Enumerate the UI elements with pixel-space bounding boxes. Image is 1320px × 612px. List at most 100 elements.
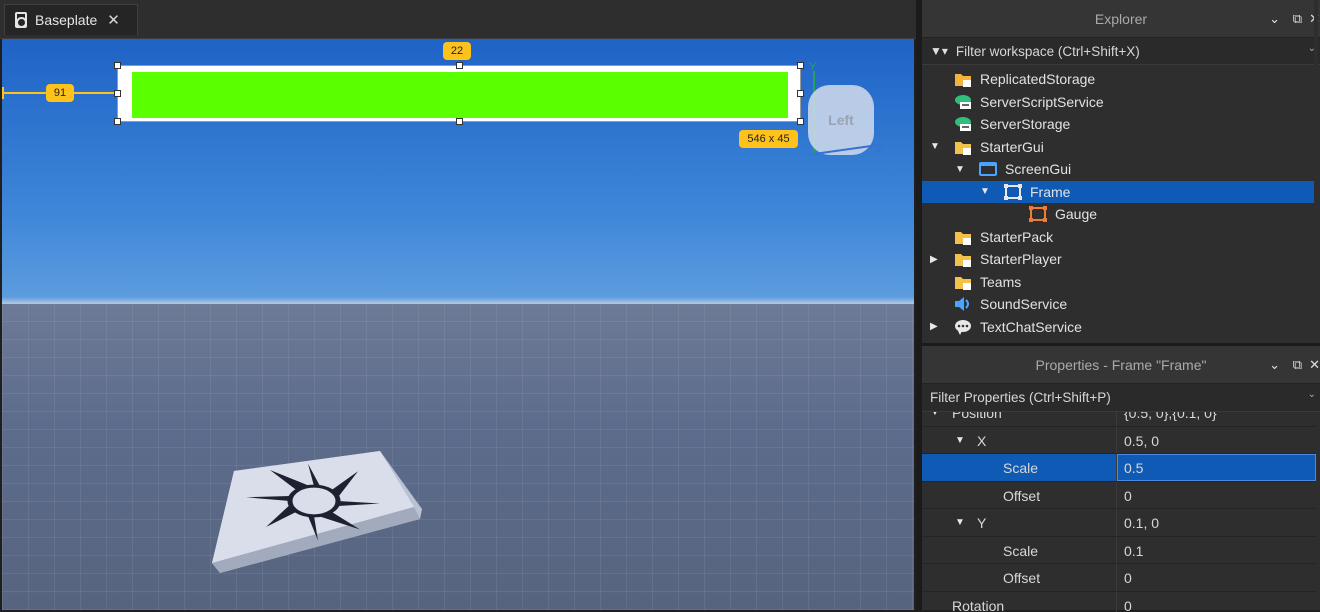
decal-part[interactable] xyxy=(212,451,422,581)
explorer-item[interactable]: SoundService xyxy=(922,293,1316,316)
starter-pack-icon xyxy=(954,229,972,245)
property-value[interactable]: 0 xyxy=(1124,570,1132,586)
resize-handle-bottom[interactable] xyxy=(456,118,463,125)
close-panel-icon[interactable]: ✕ xyxy=(1309,357,1320,373)
properties-filter[interactable]: Filter Properties (Ctrl+Shift+P) ⌄ xyxy=(922,384,1320,412)
property-row[interactable]: Scale0.5 xyxy=(922,454,1316,482)
explorer-item[interactable]: StarterPack xyxy=(922,226,1316,249)
explorer-item-label: StarterPack xyxy=(980,229,1053,245)
explorer-item-label: SoundService xyxy=(980,296,1067,312)
property-value[interactable]: 0.1 xyxy=(1124,543,1143,559)
gauge-bar[interactable] xyxy=(132,72,788,118)
explorer-item-label: ReplicatedStorage xyxy=(980,71,1095,87)
expand-arrow-icon[interactable]: ▶ xyxy=(930,321,940,332)
column-divider xyxy=(1116,427,1117,454)
explorer-item[interactable]: ▼ScreenGui xyxy=(922,158,1316,181)
3d-viewport[interactable]: 91 22 546 x 45 Y Left Z xyxy=(2,39,914,610)
frame-icon xyxy=(1004,184,1022,200)
collapse-arrow-icon[interactable]: ▼ xyxy=(955,517,965,528)
property-row[interactable]: ▼Y0.1, 0 xyxy=(922,509,1316,537)
properties-title: Properties - Frame "Frame" xyxy=(1036,357,1207,373)
folder-icon xyxy=(954,139,972,155)
property-row[interactable]: ▼X0.5, 0 xyxy=(922,427,1316,455)
column-divider xyxy=(1116,564,1117,591)
collapse-arrow-icon[interactable]: ▼ xyxy=(980,186,990,197)
explorer-item[interactable]: Gauge xyxy=(922,203,1316,226)
resize-handle-left[interactable] xyxy=(114,90,121,97)
sound-service-icon xyxy=(954,296,972,312)
property-row[interactable]: ▼Position{0.5, 0},{0.1, 0} xyxy=(922,412,1316,427)
explorer-header: Explorer ⌄ ⧉ ✕ xyxy=(922,0,1320,38)
property-value[interactable]: 0.5, 0 xyxy=(1124,433,1159,449)
replicated-storage-icon xyxy=(954,71,972,87)
explorer-item[interactable]: ServerScriptService xyxy=(922,91,1316,114)
explorer-tree[interactable]: ReplicatedStorage ServerScriptService Serv… xyxy=(922,65,1320,344)
properties-table[interactable]: ▼Position{0.5, 0},{0.1, 0}▼X0.5, 0Scale0… xyxy=(922,412,1320,612)
teams-icon xyxy=(954,274,972,290)
property-row[interactable]: Scale0.1 xyxy=(922,537,1316,565)
explorer-filter[interactable]: ▼▾ Filter workspace (Ctrl+Shift+X) ⌄ xyxy=(922,38,1320,65)
explorer-item[interactable]: Teams xyxy=(922,271,1316,294)
column-divider xyxy=(1116,454,1117,481)
property-value[interactable]: 0.5 xyxy=(1124,460,1143,476)
explorer-item[interactable]: ReplicatedStorage xyxy=(922,68,1316,91)
explorer-item-label: ServerScriptService xyxy=(980,94,1104,110)
expand-arrow-icon[interactable]: ▶ xyxy=(930,254,940,265)
resize-handle-top-right[interactable] xyxy=(797,62,804,69)
collapse-arrow-icon[interactable]: ▼ xyxy=(955,164,965,175)
column-divider xyxy=(1116,482,1117,509)
collapse-arrow-icon[interactable]: ▼ xyxy=(955,435,965,446)
properties-filter-input[interactable]: Filter Properties (Ctrl+Shift+P) xyxy=(930,390,1111,405)
property-value-editor[interactable] xyxy=(1117,454,1316,481)
undock-panel-icon[interactable]: ⧉ xyxy=(1293,357,1302,373)
explorer-item[interactable]: ▼ Frame xyxy=(922,181,1316,204)
properties-header: Properties - Frame "Frame" ⌄ ⧉ ✕ xyxy=(922,346,1320,384)
property-row[interactable]: Rotation0 xyxy=(922,592,1316,612)
document-tab[interactable]: Baseplate ✕ xyxy=(4,4,138,35)
explorer-filter-input[interactable]: Filter workspace (Ctrl+Shift+X) xyxy=(956,44,1140,59)
explorer-item[interactable]: ▼StarterGui xyxy=(922,136,1316,159)
property-value[interactable]: 0.1, 0 xyxy=(1124,515,1159,531)
property-value[interactable]: {0.5, 0},{0.1, 0} xyxy=(1124,412,1217,421)
size-tag: 546 x 45 xyxy=(739,130,798,148)
selected-frame[interactable] xyxy=(117,65,801,122)
close-tab-icon[interactable]: ✕ xyxy=(107,11,120,29)
collapse-panel-icon[interactable]: ⌄ xyxy=(1269,11,1280,27)
top-offset-tag: 22 xyxy=(443,42,471,60)
screen-gui-icon xyxy=(979,161,997,177)
collapse-arrow-icon[interactable]: ▼ xyxy=(930,141,940,152)
property-row[interactable]: Offset0 xyxy=(922,482,1316,510)
explorer-item[interactable]: ▶ TextChatService xyxy=(922,316,1316,339)
explorer-item-label: Teams xyxy=(980,274,1021,290)
explorer-item-label: Frame xyxy=(1030,184,1070,200)
explorer-item-label: TextChatService xyxy=(980,319,1082,335)
explorer-item-label: Gauge xyxy=(1055,206,1097,222)
property-value[interactable]: 0 xyxy=(1124,488,1132,504)
collapse-arrow-icon[interactable]: ▼ xyxy=(930,412,940,418)
starter-player-icon xyxy=(954,251,972,267)
properties-panel: Properties - Frame "Frame" ⌄ ⧉ ✕ Filter … xyxy=(922,346,1320,610)
column-divider xyxy=(1116,509,1117,536)
view-cube-face[interactable]: Left xyxy=(808,85,874,155)
explorer-item-label: ServerStorage xyxy=(980,116,1070,132)
undock-panel-icon[interactable]: ⧉ xyxy=(1293,11,1302,27)
collapse-panel-icon[interactable]: ⌄ xyxy=(1269,357,1280,373)
viewport-area: Baseplate ✕ 91 22 546 x 45 Y Left xyxy=(0,0,916,610)
property-row[interactable]: Offset0 xyxy=(922,564,1316,592)
explorer-item[interactable]: ▶ StarterPlayer xyxy=(922,248,1316,271)
document-tab-bar: Baseplate ✕ xyxy=(0,0,916,39)
resize-handle-bottom-left[interactable] xyxy=(114,118,121,125)
column-divider xyxy=(1116,412,1117,426)
resize-handle-top-left[interactable] xyxy=(114,62,121,69)
resize-handle-top[interactable] xyxy=(456,62,463,69)
baseplate-ground xyxy=(2,304,914,610)
filter-dropdown-icon[interactable]: ⌄ xyxy=(1308,389,1316,400)
explorer-item-label: StarterPlayer xyxy=(980,251,1062,267)
explorer-title: Explorer xyxy=(1095,11,1147,27)
column-divider xyxy=(1116,592,1117,612)
text-chat-service-icon xyxy=(954,319,972,335)
view-cube[interactable]: Y Left Z xyxy=(802,81,878,161)
explorer-scrollbar[interactable] xyxy=(1314,0,1318,279)
explorer-item[interactable]: ServerStorage xyxy=(922,113,1316,136)
filter-icon[interactable]: ▼▾ xyxy=(930,44,948,58)
